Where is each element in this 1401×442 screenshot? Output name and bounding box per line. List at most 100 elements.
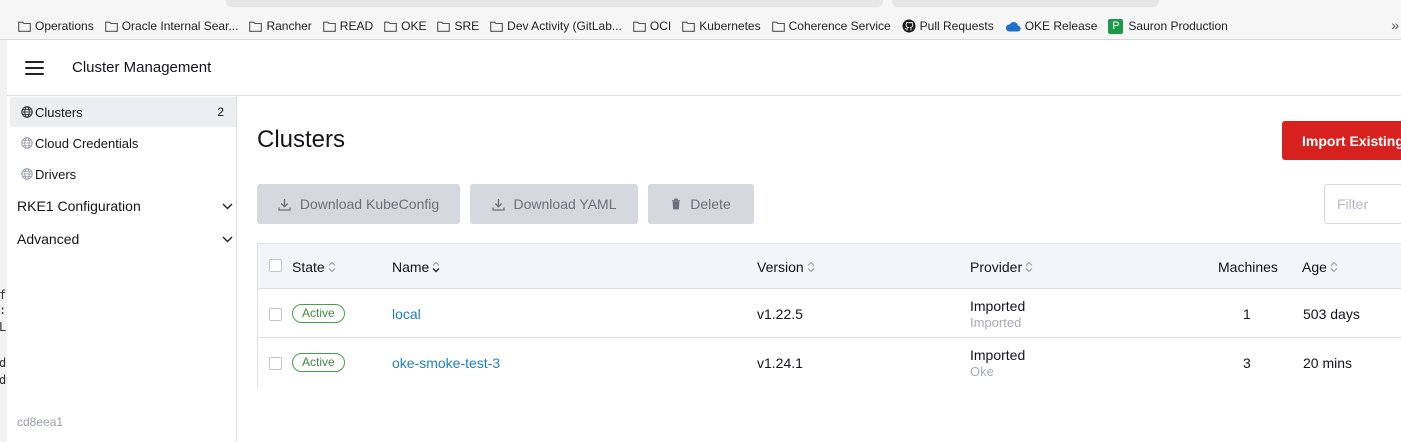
status-badge: Active — [292, 304, 345, 323]
column-header-label: State — [292, 259, 325, 275]
globe-icon — [21, 106, 33, 118]
sidebar-item-label: Clusters — [35, 104, 83, 120]
column-header-label: Version — [757, 259, 804, 275]
bookmark-label: Rancher — [266, 19, 312, 33]
bookmark-label: Kubernetes — [699, 19, 761, 33]
bookmark-label: Dev Activity (GitLab... — [507, 19, 622, 33]
clusters-table: State Name Version Provider Machines Age… — [257, 243, 1401, 387]
sidebar-item-cloud-credentials[interactable]: Cloud Credentials — [10, 128, 236, 158]
github-icon — [902, 19, 916, 33]
bookmark-sre[interactable]: SRE — [437, 19, 479, 33]
bookmark-label: OKE Release — [1024, 19, 1098, 33]
edge-text: f — [0, 288, 7, 302]
sidebar-group-advanced[interactable]: Advanced — [17, 226, 233, 252]
column-header-age[interactable]: Age — [1302, 259, 1338, 275]
folder-icon — [104, 21, 118, 32]
bookmark-oracle-internal-search[interactable]: Oracle Internal Sear... — [104, 19, 239, 33]
sidebar-item-clusters[interactable]: Clusters 2 — [10, 97, 236, 127]
bookmark-label: Operations — [35, 19, 94, 33]
hamburger-bar — [25, 73, 44, 75]
bookmark-label: Pull Requests — [919, 19, 994, 33]
column-header-provider[interactable]: Provider — [970, 259, 1033, 275]
page-title: Clusters — [257, 126, 346, 153]
sort-icon — [807, 261, 815, 273]
hamburger-bar — [25, 67, 44, 69]
delete-button[interactable]: Delete — [648, 184, 754, 224]
edge-text: d — [0, 373, 7, 387]
cluster-version: v1.24.1 — [757, 355, 803, 371]
column-header-state[interactable]: State — [292, 259, 336, 275]
chevron-down-icon — [222, 203, 233, 209]
sort-icon — [1025, 261, 1033, 273]
button-label: Delete — [690, 196, 731, 212]
bookmark-label: READ — [339, 19, 374, 33]
column-header-name[interactable]: Name — [392, 259, 440, 275]
bookmark-rancher[interactable]: Rancher — [249, 19, 312, 33]
edge-text: d — [0, 356, 7, 370]
sidebar-group-rke1-configuration[interactable]: RKE1 Configuration — [17, 193, 233, 219]
download-icon — [491, 198, 505, 211]
cluster-provider-sub: Imported — [970, 315, 1022, 330]
menu-toggle-button[interactable] — [25, 61, 44, 75]
cluster-name-link[interactable]: oke-smoke-test-3 — [392, 355, 500, 371]
folder-icon — [384, 21, 397, 32]
cluster-name-link[interactable]: local — [392, 306, 421, 322]
row-checkbox[interactable] — [269, 357, 282, 370]
bookmark-sauron-production[interactable]: P Sauron Production — [1108, 18, 1228, 34]
bookmark-oke[interactable]: OKE — [384, 19, 426, 33]
cluster-provider: Imported — [970, 347, 1026, 363]
bookmark-dev-activity[interactable]: Dev Activity (GitLab... — [490, 19, 622, 33]
bookmark-operations[interactable]: Operations — [18, 19, 94, 33]
sidebar-item-label: Drivers — [35, 166, 77, 182]
bookmark-pull-requests[interactable]: Pull Requests — [902, 19, 994, 33]
status-badge: Active — [292, 353, 345, 372]
folder-icon — [682, 21, 696, 32]
version-label: cd8eea1 — [17, 415, 64, 429]
download-yaml-button[interactable]: Download YAML — [470, 184, 638, 224]
sidebar-group-label: Advanced — [17, 231, 80, 247]
background-window-edge: f : L d d — [0, 40, 7, 442]
cluster-machines: 1 — [1243, 306, 1251, 322]
cluster-age: 20 mins — [1303, 355, 1353, 371]
sidebar-group-label: RKE1 Configuration — [17, 198, 141, 214]
column-header-label: Provider — [970, 259, 1023, 275]
column-header-version[interactable]: Version — [757, 259, 815, 275]
folder-icon — [771, 21, 785, 32]
filter-input[interactable]: Filter — [1324, 184, 1401, 224]
sidebar-item-drivers[interactable]: Drivers — [10, 159, 236, 189]
folder-icon — [18, 21, 31, 32]
select-all-checkbox[interactable] — [269, 259, 282, 272]
cluster-age: 503 days — [1303, 306, 1360, 322]
p-badge-icon: P — [1108, 18, 1124, 34]
bookmark-kubernetes[interactable]: Kubernetes — [682, 19, 761, 33]
import-existing-button[interactable]: Import Existing — [1282, 121, 1401, 160]
folder-icon — [249, 21, 263, 32]
chevron-down-icon — [222, 236, 233, 242]
cluster-version: v1.22.5 — [757, 306, 803, 322]
bookmarks-overflow-button[interactable]: » — [1391, 17, 1399, 33]
bookmark-oke-release[interactable]: OKE Release — [1005, 19, 1098, 33]
cluster-machines: 3 — [1243, 355, 1251, 371]
sort-icon — [328, 261, 336, 273]
cloud-icon — [1005, 21, 1021, 32]
column-header-label: Machines — [1218, 259, 1278, 275]
edge-text: : — [0, 303, 6, 317]
bookmark-label: Sauron Production — [1128, 19, 1228, 33]
bookmark-coherence-service[interactable]: Coherence Service — [771, 19, 891, 33]
table-header: State Name Version Provider Machines Age — [258, 244, 1401, 289]
column-header-label: Name — [392, 259, 430, 275]
globe-icon — [21, 168, 33, 180]
row-checkbox[interactable] — [269, 308, 282, 321]
download-icon — [278, 198, 291, 211]
download-kubeconfig-button[interactable]: Download KubeConfig — [257, 184, 460, 224]
bookmark-oci[interactable]: OCI — [633, 19, 671, 33]
folder-icon — [490, 21, 504, 32]
bookmark-label: OCI — [649, 19, 672, 33]
clusters-count: 2 — [217, 105, 224, 119]
bookmark-label: Oracle Internal Sear... — [121, 19, 239, 33]
column-header-label: Age — [1302, 259, 1327, 275]
bookmark-label: SRE — [454, 19, 480, 33]
bookmark-read[interactable]: READ — [322, 19, 374, 33]
table-row: Active oke-smoke-test-3 v1.24.1 Imported… — [258, 338, 1401, 387]
table-row: Active local v1.22.5 Imported Imported 1… — [258, 289, 1401, 338]
